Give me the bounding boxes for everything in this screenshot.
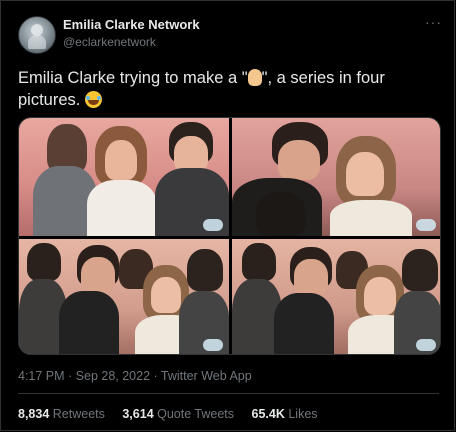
person-shirt [59,291,119,354]
person-shirt [87,180,157,236]
person-face [81,257,115,293]
person-face [151,277,181,313]
tweet-card: Emilia Clarke Network @eclarkenetwork ··… [0,0,455,431]
photo-3[interactable] [19,239,229,354]
retweets-stat[interactable]: 8,834 Retweets [18,407,105,421]
pinched-fingers-emoji-icon [247,69,262,86]
likes-count: 65.4K [251,407,285,421]
engagement-stats: 8,834 Retweets 3,614 Quote Tweets 65.4K … [18,407,332,421]
photo-1[interactable] [19,118,229,236]
user-handle[interactable]: @eclarkenetwork [63,35,156,49]
avatar[interactable] [18,16,56,54]
laughing-tears-emoji-icon [84,91,102,108]
likes-label: Likes [288,407,318,421]
alt-badge-icon[interactable] [203,219,223,231]
tweet-text-part-1: Emilia Clarke trying to make a " [18,69,248,87]
person-silhouette [27,243,61,281]
person-silhouette [242,243,276,281]
quote-tweets-count: 3,614 [122,407,154,421]
person-face [346,152,384,196]
divider [18,393,439,394]
person-face [278,140,320,180]
display-name[interactable]: Emilia Clarke Network [63,17,200,32]
tweet-text: Emilia Clarke trying to make a " ", a ser… [18,67,438,111]
photo-2[interactable] [232,118,440,236]
person-face [105,140,137,180]
tweet-timestamp[interactable]: 4:17 PM · Sep 28, 2022 · Twitter Web App [18,369,252,383]
retweets-count: 8,834 [18,407,50,421]
alt-badge-icon[interactable] [416,339,436,351]
alt-badge-icon[interactable] [416,219,436,231]
person-silhouette [187,249,223,291]
likes-stat[interactable]: 65.4K Likes [252,407,318,421]
quote-tweets-label: Quote Tweets [157,407,235,421]
retweets-label: Retweets [52,407,105,421]
person-silhouette [402,249,438,291]
person-face [364,277,396,315]
photo-grid [18,117,441,355]
person-face [174,136,208,172]
person-shirt [330,200,412,236]
person-shirt [274,293,334,354]
more-dots-icon[interactable]: ··· [425,14,442,30]
avatar-figure-body [28,35,46,49]
person-face [294,259,328,295]
photo-4[interactable] [232,239,440,354]
quote-tweets-stat[interactable]: 3,614 Quote Tweets [122,407,234,421]
person-silhouette [256,192,306,236]
alt-badge-icon[interactable] [203,339,223,351]
